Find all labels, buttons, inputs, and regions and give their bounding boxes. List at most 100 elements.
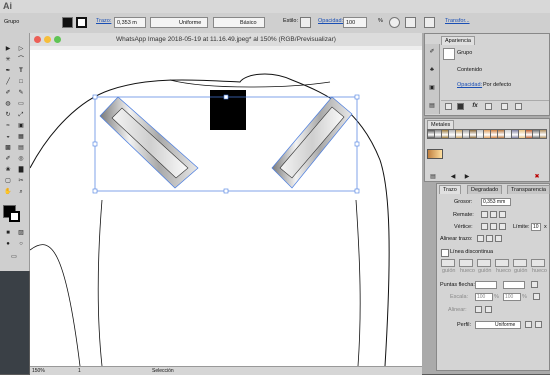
link-scale-icon[interactable] [533, 293, 540, 300]
stroke-swatch[interactable] [76, 17, 87, 28]
miter-join-button[interactable] [481, 223, 488, 230]
transform-link[interactable]: Transfor... [445, 18, 470, 24]
appearance-opacity-label[interactable]: Opacidad: [457, 82, 482, 88]
rectangle-tool-icon[interactable]: □ [15, 78, 27, 87]
start-arrow-dropdown[interactable] [475, 281, 497, 289]
delete-swatch-icon[interactable]: ✖ [531, 173, 543, 182]
arrow-place-button[interactable] [485, 306, 492, 313]
screen-mode-icon[interactable]: ▭ [8, 253, 20, 262]
type-tool-icon[interactable]: T [15, 67, 27, 76]
tab-appearance[interactable]: Apariencia [441, 36, 475, 45]
next-library-icon[interactable]: ▶ [461, 173, 473, 182]
paintbrush-icon[interactable]: ✐ [2, 89, 14, 98]
new-stroke-icon[interactable] [445, 103, 452, 110]
style-swatch[interactable] [300, 17, 311, 28]
swap-arrows-button[interactable] [531, 281, 538, 288]
end-arrow-dropdown[interactable] [503, 281, 525, 289]
tab-degradado[interactable]: Degradado [467, 185, 503, 194]
new-fill-icon[interactable] [457, 103, 464, 110]
tab-metales[interactable]: Metales [427, 120, 455, 129]
width-tool-icon[interactable]: ≈ [2, 122, 14, 131]
align-center-button[interactable] [477, 235, 484, 242]
profile-dropdown[interactable]: Uniforme [150, 17, 208, 28]
lasso-icon[interactable]: ⌒ [15, 56, 27, 65]
opacity-field[interactable]: 100 [343, 17, 367, 28]
tab-trazo[interactable]: Trazo [439, 185, 461, 194]
blend-tool-icon[interactable]: ◎ [15, 155, 27, 164]
end-scale-field[interactable]: 100 [503, 293, 521, 301]
square-cap-button[interactable] [499, 211, 506, 218]
slice-tool-icon[interactable]: ✂ [15, 177, 27, 186]
perspective-grid-icon[interactable]: ▦ [15, 133, 27, 142]
artboard-canvas[interactable] [30, 50, 422, 366]
align-outside-button[interactable] [495, 235, 502, 242]
dash-field[interactable] [495, 259, 509, 267]
dash-field[interactable] [531, 259, 545, 267]
free-transform-icon[interactable]: ▣ [15, 122, 27, 131]
metal-swatch[interactable] [539, 129, 547, 139]
direct-selection-tool-icon[interactable]: ▷ [15, 45, 27, 54]
color-mode-icon[interactable]: ■ [2, 229, 14, 238]
library-menu-icon[interactable]: ▤ [427, 173, 439, 182]
dash-field[interactable] [459, 259, 473, 267]
mesh-tool-icon[interactable]: ▩ [2, 144, 14, 153]
stroke-label[interactable]: Trazo: [96, 18, 111, 24]
dash-field[interactable] [441, 259, 455, 267]
stroke-color-box[interactable] [9, 211, 20, 222]
eyedropper-icon[interactable]: ✐ [2, 155, 14, 164]
transform-icon[interactable] [424, 17, 435, 28]
previous-library-icon[interactable]: ◀ [447, 173, 459, 182]
draw-behind-icon[interactable]: ○ [15, 240, 27, 249]
clear-appearance-icon[interactable] [485, 103, 492, 110]
dash-field[interactable] [477, 259, 491, 267]
gradient-tool-icon[interactable]: ▤ [15, 144, 27, 153]
brushes-icon[interactable]: ✐ [426, 48, 438, 57]
rotate-tool-icon[interactable]: ↻ [2, 111, 14, 120]
brush-dropdown[interactable]: Básico [213, 17, 265, 28]
stroke-weight-field[interactable]: 0,353 m [114, 17, 146, 28]
eraser-icon[interactable]: ▭ [15, 100, 27, 109]
arrow-tip-button[interactable] [475, 306, 482, 313]
align-icon[interactable] [405, 17, 416, 28]
layers-icon[interactable]: ▤ [426, 102, 438, 111]
dash-field[interactable] [513, 259, 527, 267]
limit-field[interactable]: 10 [531, 223, 541, 231]
round-cap-button[interactable] [490, 211, 497, 218]
blob-brush-icon[interactable]: ◍ [2, 100, 14, 109]
symbols-icon[interactable]: ♣ [426, 66, 438, 75]
weight-field[interactable]: 0,353 mm [481, 198, 511, 206]
appearance-contents[interactable]: Contenido [457, 67, 482, 73]
artboard-tool-icon[interactable]: ▢ [2, 177, 14, 186]
opacity-label[interactable]: Opacidad: [318, 18, 343, 24]
active-swatch[interactable] [427, 149, 443, 159]
pen-tool-icon[interactable]: ✒ [2, 67, 14, 76]
graph-tool-icon[interactable]: ▇ [15, 166, 27, 175]
bevel-join-button[interactable] [499, 223, 506, 230]
pencil-icon[interactable]: ✎ [15, 89, 27, 98]
line-tool-icon[interactable]: ╱ [2, 78, 14, 87]
duplicate-item-icon[interactable] [501, 103, 508, 110]
gradient-mode-icon[interactable]: ▨ [15, 229, 27, 238]
butt-cap-button[interactable] [481, 211, 488, 218]
fx-icon[interactable]: fx [469, 102, 481, 111]
tab-transparencia[interactable]: Transparencia [507, 185, 550, 194]
dashed-checkbox[interactable] [441, 249, 449, 257]
scale-tool-icon[interactable]: ⤢ [15, 111, 27, 120]
graphic-styles-icon[interactable]: ▣ [426, 84, 438, 93]
hand-tool-icon[interactable]: ✋ [2, 188, 14, 197]
selection-tool-icon[interactable]: ▶ [2, 45, 14, 54]
align-inside-button[interactable] [486, 235, 493, 242]
flip-across-button[interactable] [535, 321, 542, 328]
delete-item-icon[interactable] [515, 103, 522, 110]
fill-swatch[interactable] [62, 17, 73, 28]
zoom-tool-icon[interactable]: ⌕ [15, 188, 27, 197]
flip-along-button[interactable] [525, 321, 532, 328]
start-scale-field[interactable]: 100 [475, 293, 493, 301]
draw-normal-icon[interactable]: ● [2, 240, 14, 249]
shape-builder-icon[interactable]: ◒ [2, 133, 14, 142]
profile-field[interactable]: Uniforme [475, 321, 521, 329]
round-join-button[interactable] [490, 223, 497, 230]
magic-wand-icon[interactable]: ✳ [2, 56, 14, 65]
recolor-icon[interactable] [389, 17, 400, 28]
symbol-sprayer-icon[interactable]: ❀ [2, 166, 14, 175]
